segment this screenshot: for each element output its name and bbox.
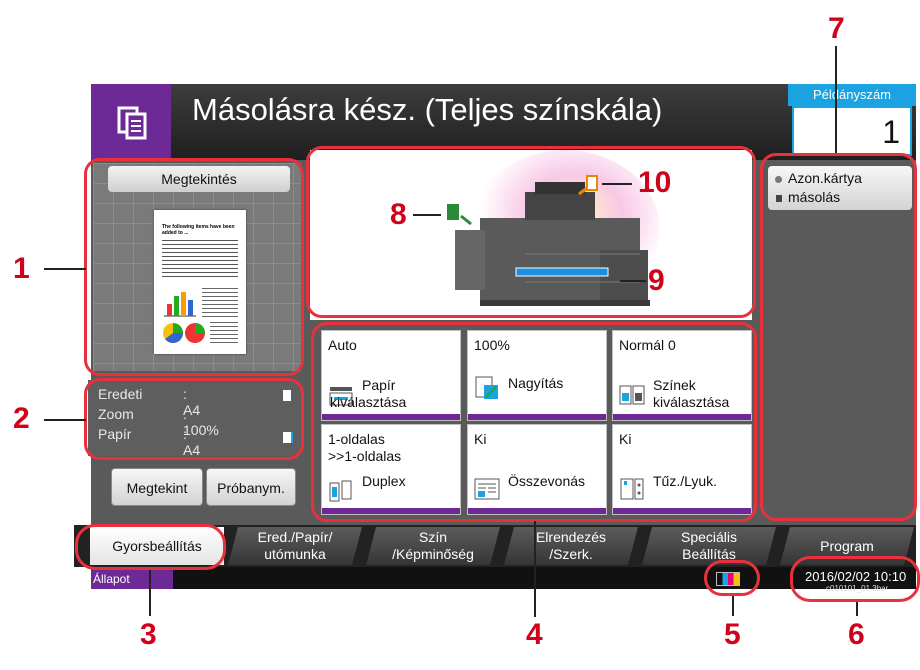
callout-3: 3 xyxy=(140,618,157,651)
tile-value: Normál 0 xyxy=(619,337,676,353)
tile-label: Duplex xyxy=(362,473,406,489)
toner-level-icon xyxy=(716,572,740,586)
staple-punch-tile[interactable]: Ki Tűz./Lyuk. xyxy=(612,424,752,515)
radio-dot-icon xyxy=(775,176,782,183)
callout-line-5 xyxy=(732,596,734,616)
tile-label: Színek xyxy=(653,377,696,393)
doc-heading: The following items have been added to .… xyxy=(162,224,235,236)
original-orientation-icon xyxy=(283,390,291,401)
color-select-icon xyxy=(619,383,645,407)
tile-label: Nagyítás xyxy=(508,375,564,391)
tab-program[interactable]: Program xyxy=(780,527,914,565)
toner-paper-icon xyxy=(578,175,598,196)
zoom-icon xyxy=(474,375,500,399)
doc-text-lines xyxy=(162,240,238,280)
tile-accent-bar xyxy=(468,414,606,420)
tile-label: Összevonás xyxy=(508,473,586,489)
id-card-label-2: másolás xyxy=(788,189,841,205)
copy-function-icon xyxy=(91,84,171,160)
callout-line-8 xyxy=(413,214,441,216)
tile-value: Ki xyxy=(474,431,487,447)
tile-accent-bar xyxy=(322,414,460,420)
duplex-tile[interactable]: 1-oldalas >>1-oldalas Duplex xyxy=(321,424,461,515)
tile-value: Ki xyxy=(619,431,632,447)
tile-label-2: kiválasztása xyxy=(653,394,730,410)
callout-2: 2 xyxy=(13,402,30,435)
image-code: c010101_01.3bar xyxy=(826,584,889,593)
tab-color-image-quality[interactable]: Szín/Képminőség xyxy=(366,527,500,565)
staple-punch-icon xyxy=(619,477,645,501)
callout-1: 1 xyxy=(13,252,30,285)
doc-footer-text xyxy=(210,322,238,344)
callout-9: 9 xyxy=(648,264,665,297)
preview-button[interactable]: Megtekint xyxy=(111,468,203,506)
callout-line-7 xyxy=(835,46,837,153)
callout-5: 5 xyxy=(724,618,741,651)
doc-pie-charts xyxy=(163,323,205,343)
color-selection-tile[interactable]: Normál 0 Színek kiválasztása xyxy=(612,330,752,421)
copies-label: Példányszám xyxy=(788,84,916,106)
callout-line-1 xyxy=(44,268,86,270)
status-bar xyxy=(91,567,916,589)
page-title: Másolásra kész. (Teljes színskála) xyxy=(192,92,663,127)
tab-advanced-setup[interactable]: Speciális Beállítás xyxy=(642,527,776,565)
duplex-icon xyxy=(328,479,354,503)
tile-value-2: >>1-oldalas xyxy=(328,448,402,464)
combine-tile[interactable]: Ki Összevonás xyxy=(467,424,607,515)
doc-bar-chart xyxy=(164,292,196,317)
tab-layout-edit[interactable]: Elrendezés/Szerk. xyxy=(504,527,638,565)
callout-line-4 xyxy=(534,521,536,617)
date-time: 2016/02/02 10:10 xyxy=(805,569,907,584)
callout-line-3 xyxy=(149,570,151,616)
test-copy-button[interactable]: Próbanym. xyxy=(206,468,296,506)
tile-label: Papír xyxy=(362,377,396,393)
paper-orientation-icon xyxy=(283,432,293,443)
mfp-illustration xyxy=(455,150,660,310)
tile-accent-bar xyxy=(322,508,460,514)
callout-line-10 xyxy=(602,183,632,185)
preview-header-button[interactable]: Megtekintés xyxy=(108,166,290,192)
tile-label: Tűz./Lyuk. xyxy=(653,473,718,489)
tile-accent-bar xyxy=(613,414,751,420)
callout-4: 4 xyxy=(526,618,543,651)
machine-status-panel xyxy=(310,150,752,320)
settings-summary-panel: Eredeti: A4 Zoom: 100% Papír: A4 xyxy=(88,380,300,458)
callout-8: 8 xyxy=(390,198,407,231)
paper-selection-tile[interactable]: Auto Papír kiválasztása xyxy=(321,330,461,421)
tile-value: 100% xyxy=(474,337,510,353)
doc-side-text xyxy=(202,288,238,318)
callout-line-2 xyxy=(44,419,86,421)
copies-value: 1 xyxy=(882,114,900,150)
callout-7: 7 xyxy=(828,12,845,45)
tile-accent-bar xyxy=(613,508,751,514)
callout-10: 10 xyxy=(638,166,672,199)
tile-value: Auto xyxy=(328,337,357,353)
callout-line-9 xyxy=(620,280,646,282)
output-tray-icon xyxy=(447,204,472,226)
tab-original-paper-finishing[interactable]: Ered./Papír/utómunka xyxy=(228,527,362,565)
id-card-label-1: Azon.kártya xyxy=(788,170,862,186)
id-card-icon xyxy=(776,195,782,202)
tile-accent-bar xyxy=(468,508,606,514)
program-shortcut-panel xyxy=(765,160,915,515)
combine-icon xyxy=(474,477,500,501)
id-card-copy-button[interactable]: Azon.kártya másolás xyxy=(768,166,912,210)
tab-quick-setup[interactable]: Gyorsbeállítás xyxy=(90,527,224,565)
copies-field[interactable]: 1 xyxy=(792,106,912,156)
callout-6: 6 xyxy=(848,618,865,651)
callout-line-6 xyxy=(856,602,858,616)
preview-document: The following items have been added to .… xyxy=(154,210,246,354)
tile-value: 1-oldalas xyxy=(328,431,385,447)
tile-label-2: kiválasztása xyxy=(330,394,407,410)
zoom-tile[interactable]: 100% Nagyítás xyxy=(467,330,607,421)
status-button[interactable]: Állapot xyxy=(91,567,173,589)
